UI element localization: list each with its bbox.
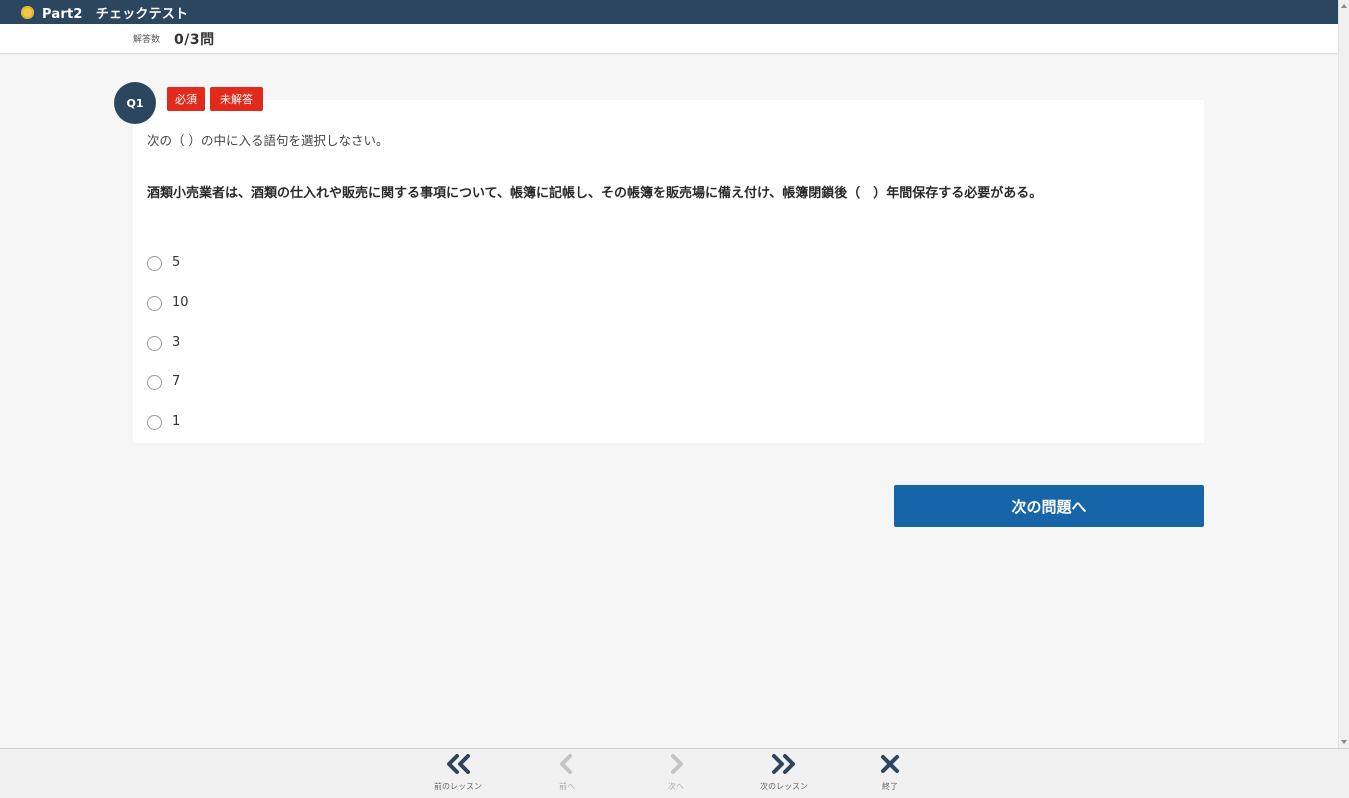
radio-button[interactable]: [147, 375, 162, 390]
radio-button[interactable]: [147, 415, 162, 430]
question-instruction: 次の（ ）の中に入る語句を選択しなさい。: [147, 133, 389, 148]
next-lesson-label: 次のレッスン: [760, 782, 808, 791]
answer-option-label: 1: [172, 414, 181, 429]
progress-bar: 解答数 0/3問: [0, 24, 1338, 54]
double-chevron-left-icon: [418, 749, 498, 779]
top-header-bar: Part2 チェックテスト: [0, 0, 1338, 24]
close-icon: [850, 749, 930, 779]
answered-count-value: 0/3問: [174, 31, 215, 48]
prev-label: 前へ: [559, 782, 575, 791]
answer-option[interactable]: 5: [147, 254, 180, 271]
answer-option[interactable]: 3: [147, 334, 180, 351]
answer-option-label: 7: [172, 374, 181, 389]
answer-option[interactable]: 7: [147, 373, 180, 390]
answer-option[interactable]: 1: [147, 413, 180, 430]
radio-button[interactable]: [147, 336, 162, 351]
prev-lesson-label: 前のレッスン: [434, 782, 482, 791]
double-chevron-right-icon: [744, 749, 824, 779]
radio-button[interactable]: [147, 256, 162, 271]
question-text: 酒類小売業者は、酒類の仕入れや販売に関する事項について、帳簿に記帳し、その帳簿を…: [147, 186, 1043, 201]
exit-button[interactable]: 終了: [850, 749, 930, 798]
question-card: [133, 100, 1204, 443]
bottom-navigation: 前のレッスン 前へ 次へ 次のレッスン 終了: [0, 748, 1349, 798]
course-icon: [21, 5, 34, 19]
vertical-scrollbar[interactable]: [1338, 0, 1349, 748]
next-label: 次へ: [668, 782, 684, 791]
next-lesson-button[interactable]: 次のレッスン: [744, 749, 824, 798]
exit-label: 終了: [882, 782, 898, 791]
question-number-badge: Q1: [114, 82, 156, 124]
next-question-button[interactable]: 次の問題へ: [894, 485, 1204, 527]
prev-lesson-button[interactable]: 前のレッスン: [418, 749, 498, 798]
radio-button[interactable]: [147, 296, 162, 311]
chevron-right-icon: [636, 749, 716, 779]
answer-option-label: 5: [172, 255, 181, 270]
answered-count-label: 解答数: [133, 35, 161, 45]
scroll-down-arrow-icon[interactable]: [1341, 740, 1347, 744]
chevron-left-icon: [527, 749, 607, 779]
unanswered-tag: 未解答: [210, 87, 263, 111]
answer-option-label: 3: [172, 335, 181, 350]
next-button[interactable]: 次へ: [636, 749, 716, 798]
scroll-up-arrow-icon[interactable]: [1341, 4, 1347, 8]
prev-button[interactable]: 前へ: [527, 749, 607, 798]
page-title: Part2 チェックテスト: [42, 6, 189, 22]
answer-option-label: 10: [172, 295, 189, 310]
answer-option[interactable]: 10: [147, 294, 189, 311]
required-tag: 必須: [167, 87, 205, 111]
